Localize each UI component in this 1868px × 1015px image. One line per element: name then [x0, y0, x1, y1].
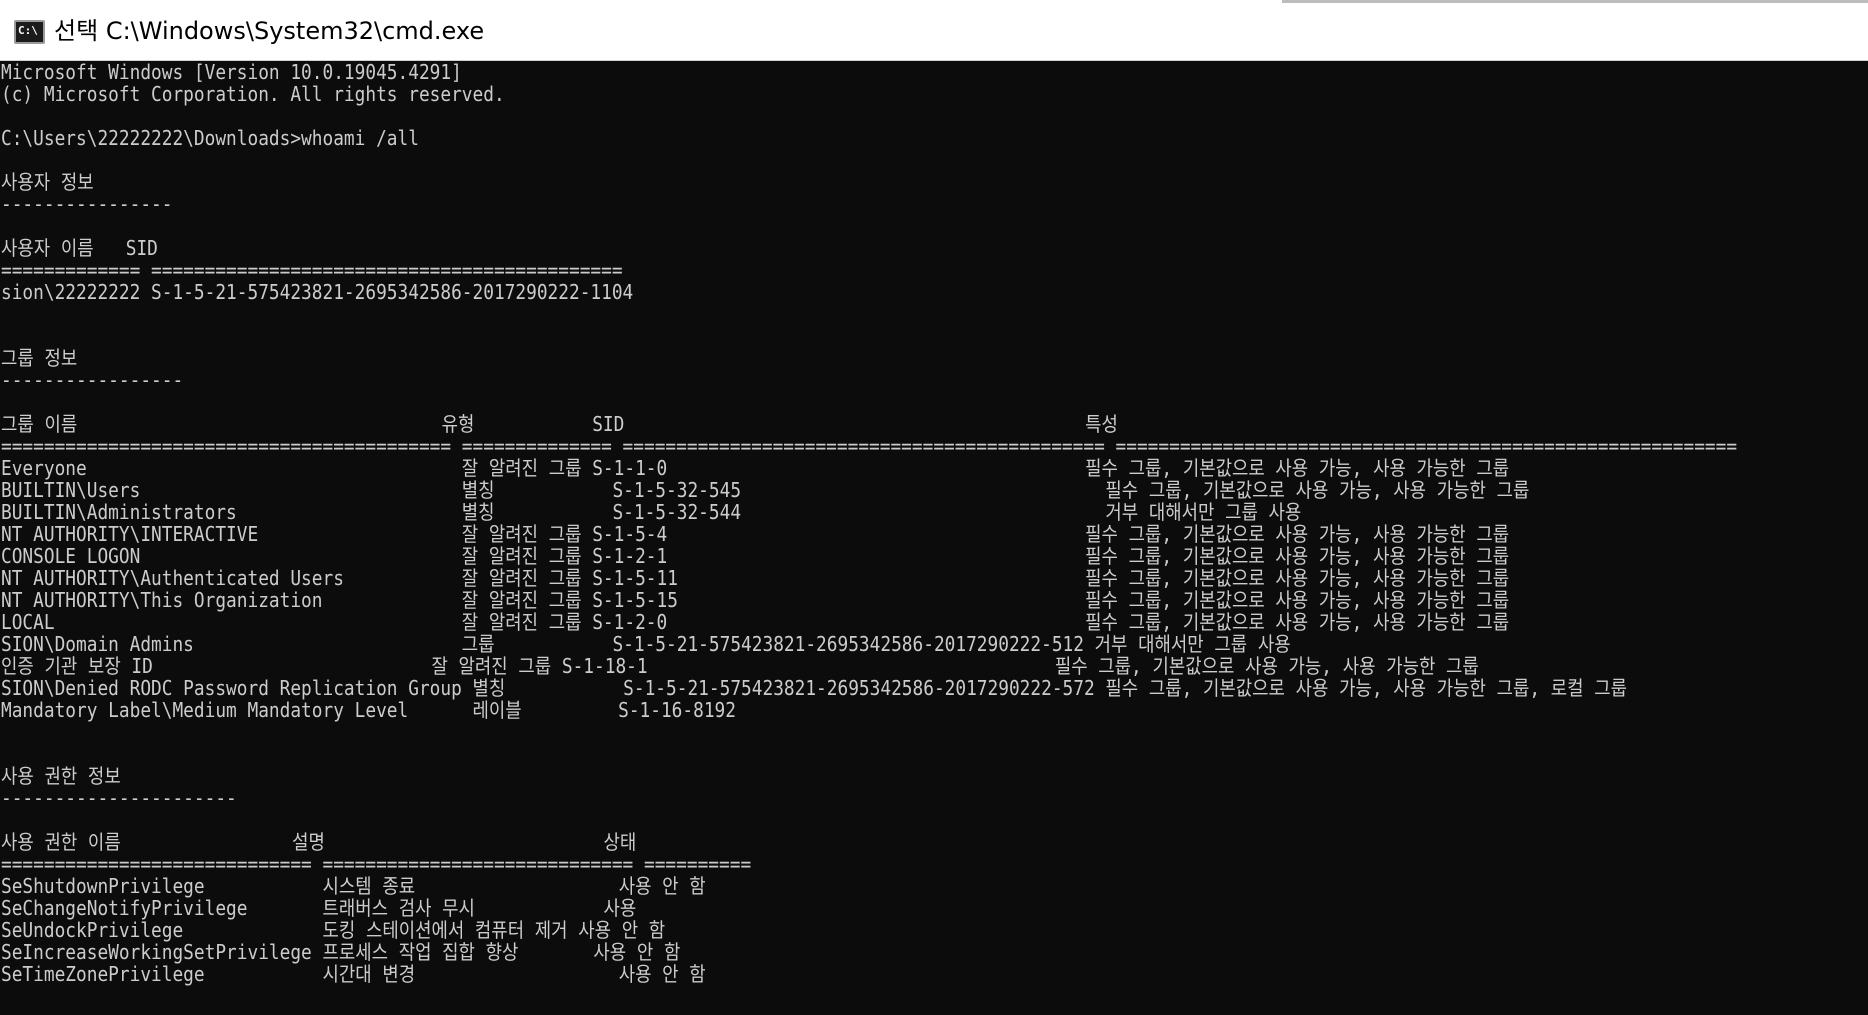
console-line: NT AUTHORITY\Authenticated Users 잘 알려진 그… [1, 566, 1510, 590]
console-line: 사용 권한 정보 [1, 764, 121, 788]
cmd-window: C:\ 선택 C:\Windows\System32\cmd.exe Micro… [0, 0, 1868, 1015]
console-line: SeShutdownPrivilege 시스템 종료 사용 안 함 [1, 874, 706, 898]
console-line: LOCAL 잘 알려진 그룹 S-1-2-0 필수 그룹, 기본값으로 사용 가… [1, 610, 1510, 634]
console-line: 사용 권한 이름 설명 상태 [1, 830, 637, 854]
console-line: NT AUTHORITY\INTERACTIVE 잘 알려진 그룹 S-1-5-… [1, 522, 1510, 546]
console-line: sion\22222222 S-1-5-21-575423821-2695342… [1, 280, 634, 304]
console-line: BUILTIN\Users 별칭 S-1-5-32-545 필수 그룹, 기본값… [1, 478, 1530, 502]
console-line: CONSOLE LOGON 잘 알려진 그룹 S-1-2-1 필수 그룹, 기본… [1, 544, 1510, 568]
console-line: ============= ==========================… [1, 258, 623, 282]
cmd-icon[interactable]: C:\ [14, 20, 45, 44]
console-line: 그룹 이름 유형 SID 특성 [1, 412, 1118, 436]
console-line: 사용자 정보 [1, 170, 94, 194]
title-bar[interactable]: C:\ 선택 C:\Windows\System32\cmd.exe [0, 0, 1868, 61]
title-bar-edge [1282, 0, 1868, 4]
console-line: Microsoft Windows [Version 10.0.19045.42… [1, 61, 462, 84]
console-line: C:\Users\22222222\Downloads>whoami /all [1, 126, 419, 150]
console-line: SeIncreaseWorkingSetPrivilege 프로세스 작업 집합… [1, 940, 681, 964]
console-text: Microsoft Windows [Version 10.0.19045.42… [1, 61, 1737, 985]
console-line: ----------------- [1, 368, 184, 392]
console-line: ============================= ==========… [1, 852, 752, 876]
console-line: SeChangeNotifyPrivilege 트래버스 검사 무시 사용 [1, 896, 637, 920]
console-line: SeUndockPrivilege 도킹 스테이션에서 컴퓨터 제거 사용 안 … [1, 918, 666, 942]
console-line: Mandatory Label\Medium Mandatory Level 레… [1, 698, 736, 722]
console-line: 그룹 정보 [1, 346, 78, 370]
console-line: (c) Microsoft Corporation. All rights re… [1, 82, 505, 106]
title-path: C:\Windows\System32\cmd.exe [105, 17, 485, 45]
console-line: 인증 기관 보장 ID 잘 알려진 그룹 S-1-18-1 필수 그룹, 기본값… [1, 654, 1479, 678]
console-line: SION\Denied RODC Password Replication Gr… [1, 676, 1628, 700]
console-line: ---------------- [1, 192, 173, 216]
console-line: SeTimeZonePrivilege 시간대 변경 사용 안 함 [1, 962, 706, 986]
console-line: Everyone 잘 알려진 그룹 S-1-1-0 필수 그룹, 기본값으로 사… [1, 456, 1510, 480]
console-line: 사용자 이름 SID [1, 236, 158, 260]
console-line: ---------------------- [1, 786, 237, 810]
window-title: 선택 C:\Windows\System32\cmd.exe [54, 16, 484, 46]
console-line: BUILTIN\Administrators 별칭 S-1-5-32-544 거… [1, 500, 1302, 524]
console-output[interactable]: Microsoft Windows [Version 10.0.19045.42… [0, 61, 1868, 1015]
title-prefix: 선택 [54, 17, 99, 45]
console-line: ========================================… [1, 434, 1738, 458]
cmd-icon-glyph: C:\ [18, 24, 38, 37]
console-line: SION\Domain Admins 그룹 S-1-5-21-575423821… [1, 632, 1291, 656]
console-line: NT AUTHORITY\This Organization 잘 알려진 그룹 … [1, 588, 1510, 612]
